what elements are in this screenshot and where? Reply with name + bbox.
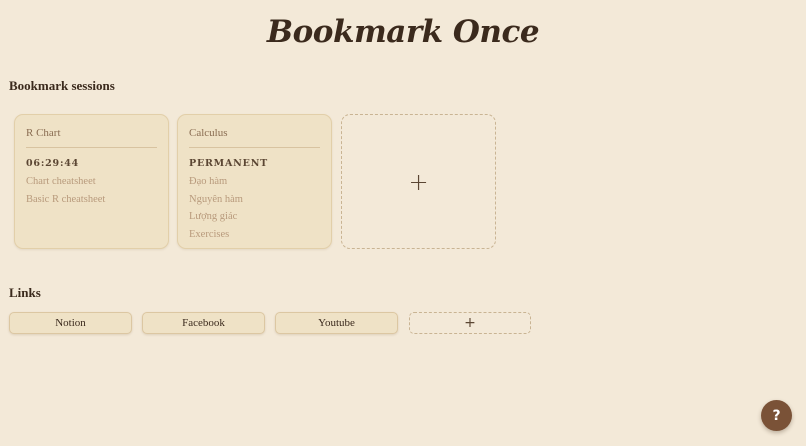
link-button-facebook[interactable]: Facebook xyxy=(142,312,265,334)
session-bookmark-item[interactable]: Lượng giác xyxy=(189,211,320,229)
page-title: Bookmark Once xyxy=(266,14,540,50)
session-card-title: Calculus xyxy=(189,127,320,148)
add-link-button[interactable]: + xyxy=(409,312,531,334)
session-bookmark-item[interactable]: Nguyên hàm xyxy=(189,194,320,212)
session-bookmark-item[interactable]: Basic R cheatsheet xyxy=(26,194,157,212)
session-bookmark-item[interactable]: Chart cheatsheet xyxy=(26,176,157,194)
links-heading: Links xyxy=(9,285,41,300)
session-bookmark-item[interactable]: Đạo hàm xyxy=(189,176,320,194)
plus-icon: + xyxy=(408,167,429,196)
session-timer: 06:29:44 xyxy=(26,158,80,169)
session-status: PERMANENT xyxy=(189,158,269,169)
link-button-notion[interactable]: Notion xyxy=(9,312,132,334)
plus-icon: + xyxy=(464,315,476,331)
link-button-youtube[interactable]: Youtube xyxy=(275,312,398,334)
session-card-title: R Chart xyxy=(26,127,157,148)
help-button[interactable]: ? xyxy=(761,400,792,431)
sessions-heading: Bookmark sessions xyxy=(9,78,115,93)
question-mark-icon: ? xyxy=(772,407,781,424)
session-card-calculus[interactable]: Calculus PERMANENT Đạo hàm Nguyên hàm Lư… xyxy=(177,114,332,249)
session-card-r-chart[interactable]: R Chart 06:29:44 Chart cheatsheet Basic … xyxy=(14,114,169,249)
add-session-button[interactable]: + xyxy=(341,114,496,249)
session-bookmark-item[interactable]: Exercises xyxy=(189,229,320,247)
